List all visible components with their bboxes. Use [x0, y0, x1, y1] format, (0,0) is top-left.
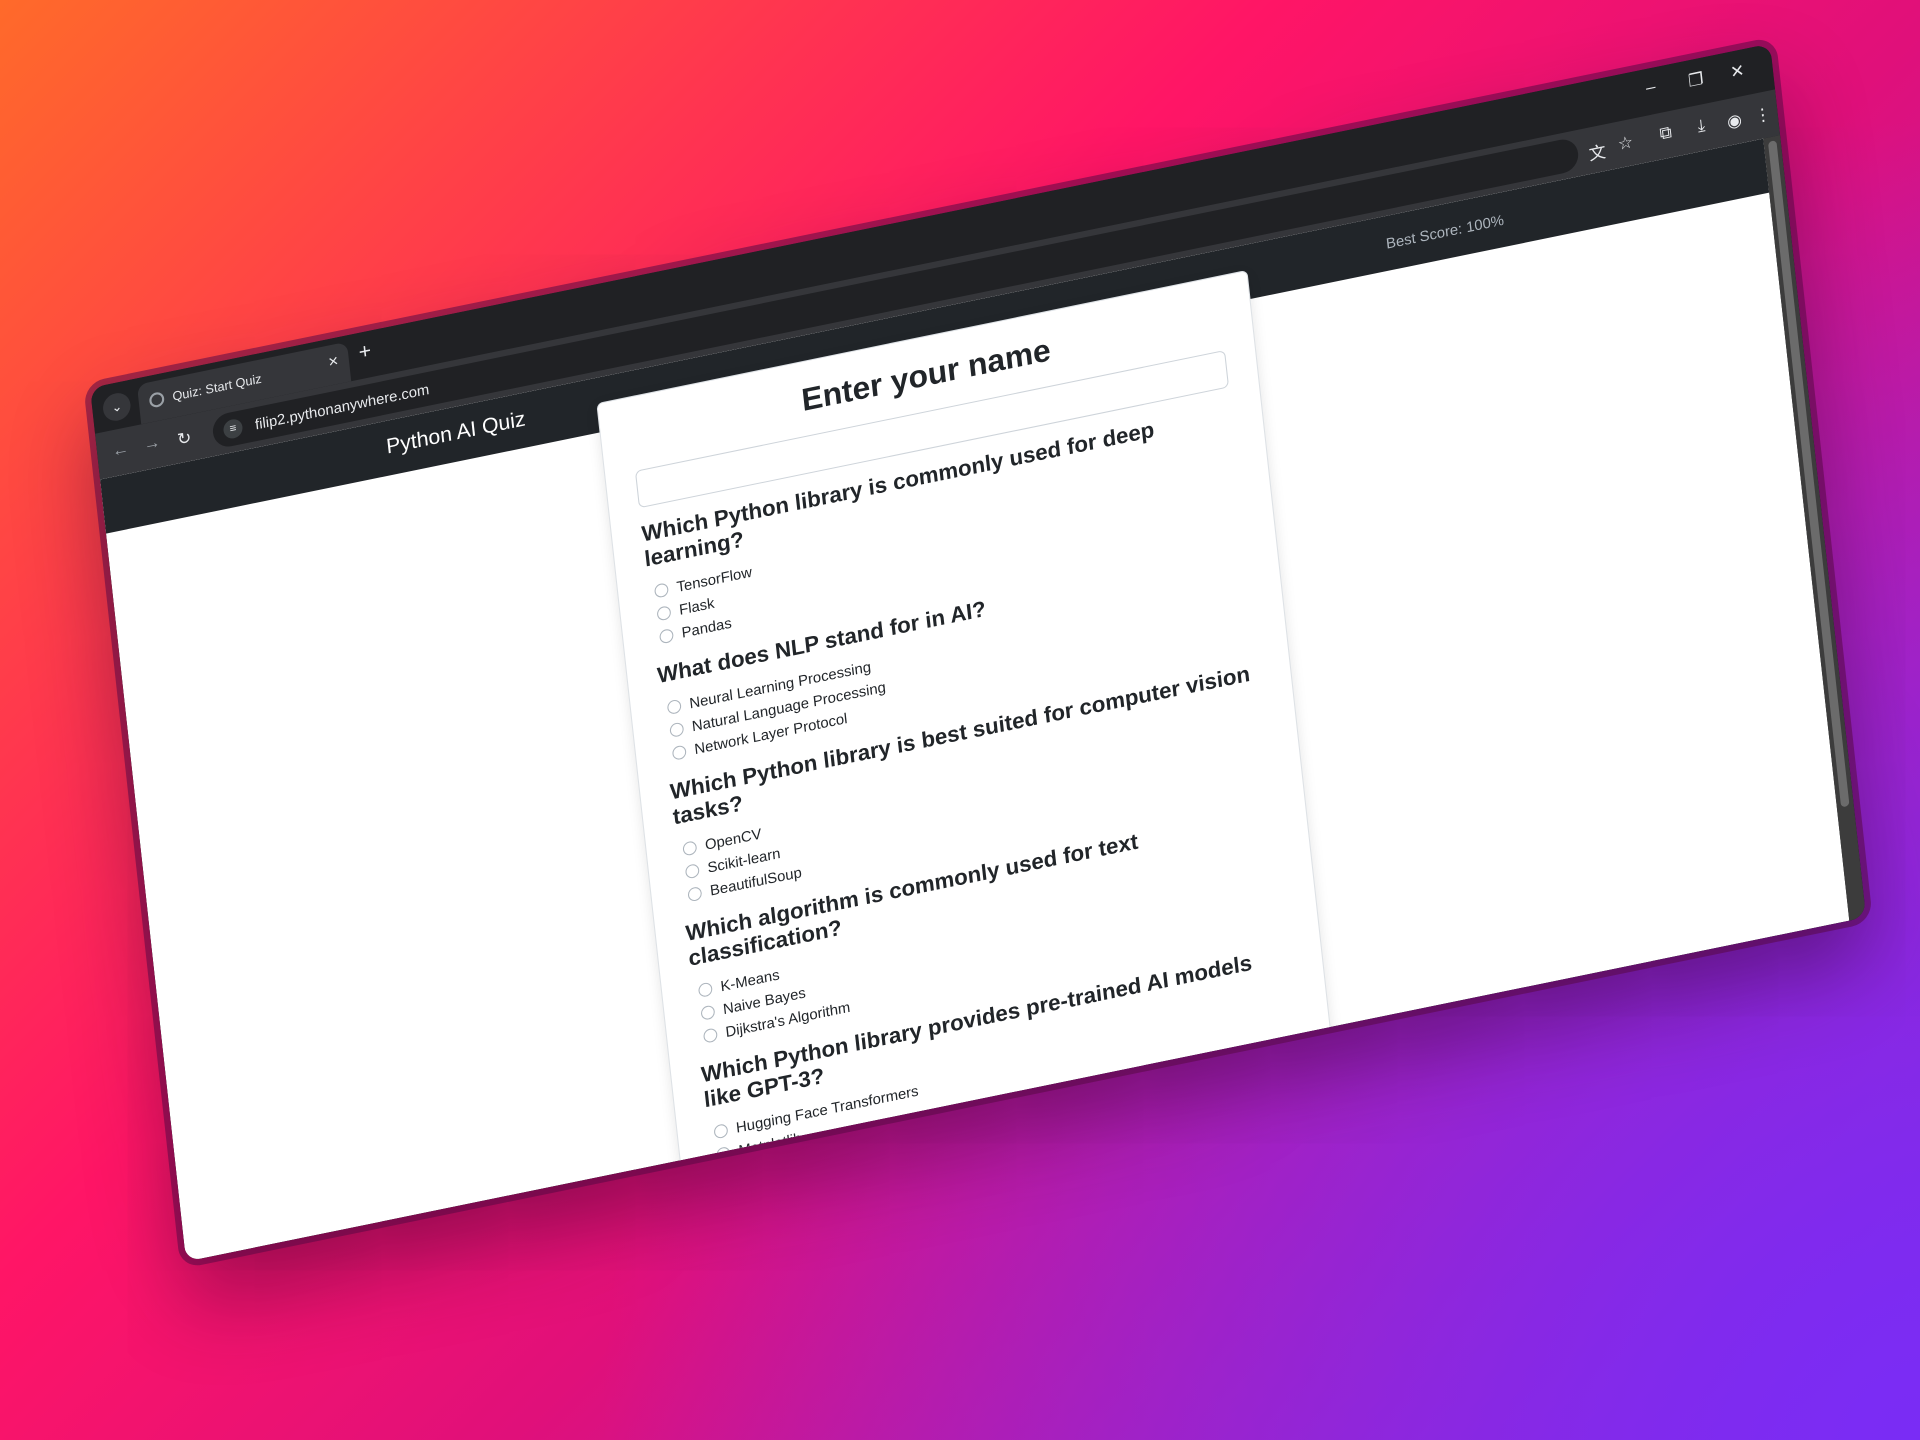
radio-button[interactable]	[697, 981, 713, 998]
question-list: Which Python library is commonly used fo…	[641, 402, 1305, 1191]
browser-window: ⌄ Quiz: Start Quiz × + – ❐ ✕ ← → ↻ ≡ fil…	[90, 43, 1867, 1262]
restore-icon[interactable]: ❐	[1687, 68, 1704, 92]
globe-icon	[148, 391, 165, 409]
radio-button[interactable]	[656, 604, 672, 621]
download-icon[interactable]: ⤓	[1697, 117, 1706, 137]
radio-button[interactable]	[682, 839, 698, 856]
tab-close-icon[interactable]: ×	[327, 352, 339, 373]
radio-button[interactable]	[718, 1168, 734, 1185]
gradient-background: ⌄ Quiz: Start Quiz × + – ❐ ✕ ← → ↻ ≡ fil…	[0, 0, 1920, 1440]
radio-button[interactable]	[715, 1145, 731, 1162]
reload-icon[interactable]: ↻	[176, 427, 192, 451]
page-viewport: Python AI Quiz Best Score: 100% Enter yo…	[100, 138, 1850, 1262]
tab-title: Quiz: Start Quiz	[171, 371, 263, 404]
radio-button[interactable]	[713, 1122, 729, 1139]
radio-button[interactable]	[666, 698, 682, 715]
quiz-card: Enter your name Which Python library is …	[596, 269, 1335, 1249]
new-tab-button[interactable]: +	[358, 339, 373, 365]
minimize-icon[interactable]: –	[1645, 78, 1656, 99]
option-label: PyTorch	[740, 1154, 796, 1182]
profile-icon[interactable]: ◉	[1726, 109, 1743, 133]
bookmark-star-icon[interactable]: ☆	[1617, 131, 1634, 155]
radio-button[interactable]	[671, 743, 687, 761]
radio-button[interactable]	[658, 627, 674, 644]
back-icon[interactable]: ←	[111, 440, 130, 462]
radio-button[interactable]	[702, 1026, 718, 1044]
close-window-icon[interactable]: ✕	[1729, 60, 1745, 84]
translate-icon[interactable]: 文	[1587, 137, 1607, 165]
forward-icon[interactable]: →	[143, 433, 162, 455]
radio-button[interactable]	[687, 885, 703, 902]
radio-button[interactable]	[669, 721, 685, 738]
radio-button[interactable]	[700, 1003, 716, 1021]
site-info-icon[interactable]: ≡	[222, 417, 244, 441]
best-score: Best Score: 100%	[1385, 211, 1505, 252]
radio-button[interactable]	[684, 862, 700, 879]
radio-button[interactable]	[653, 581, 669, 599]
menu-kebab-icon[interactable]: ⋮	[1753, 103, 1773, 127]
tab-search-icon[interactable]: ⌄	[101, 390, 132, 424]
extensions-icon[interactable]: ⧉	[1659, 123, 1673, 144]
